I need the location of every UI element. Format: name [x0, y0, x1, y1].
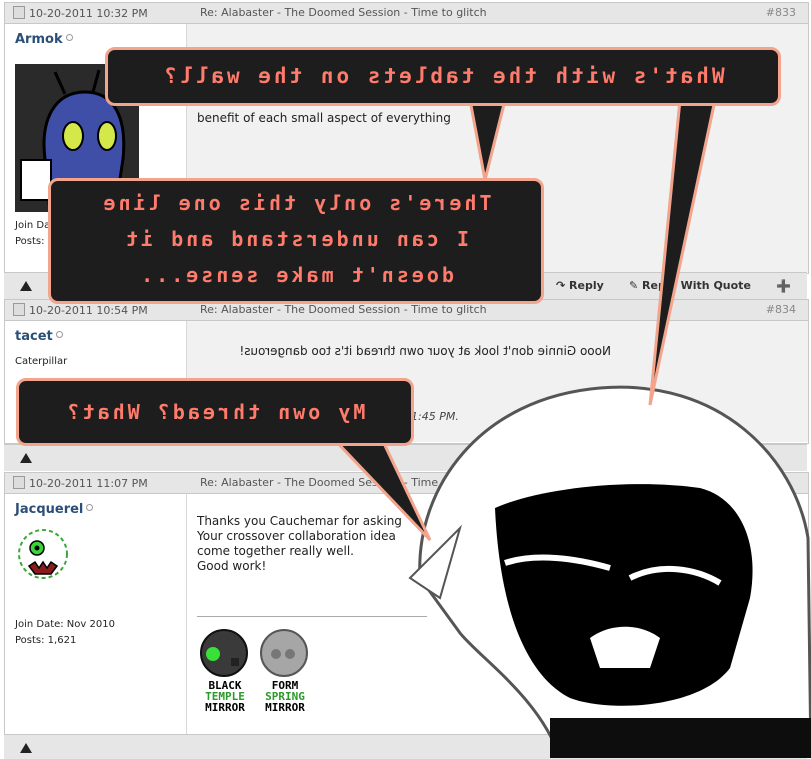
- speech-bubble-top: What's with the tablets on the wall?: [105, 47, 781, 106]
- speech-bubble-bottom: My own thread? What?: [16, 378, 414, 446]
- speech-bubble-middle: There's only this one line I can underst…: [48, 178, 544, 304]
